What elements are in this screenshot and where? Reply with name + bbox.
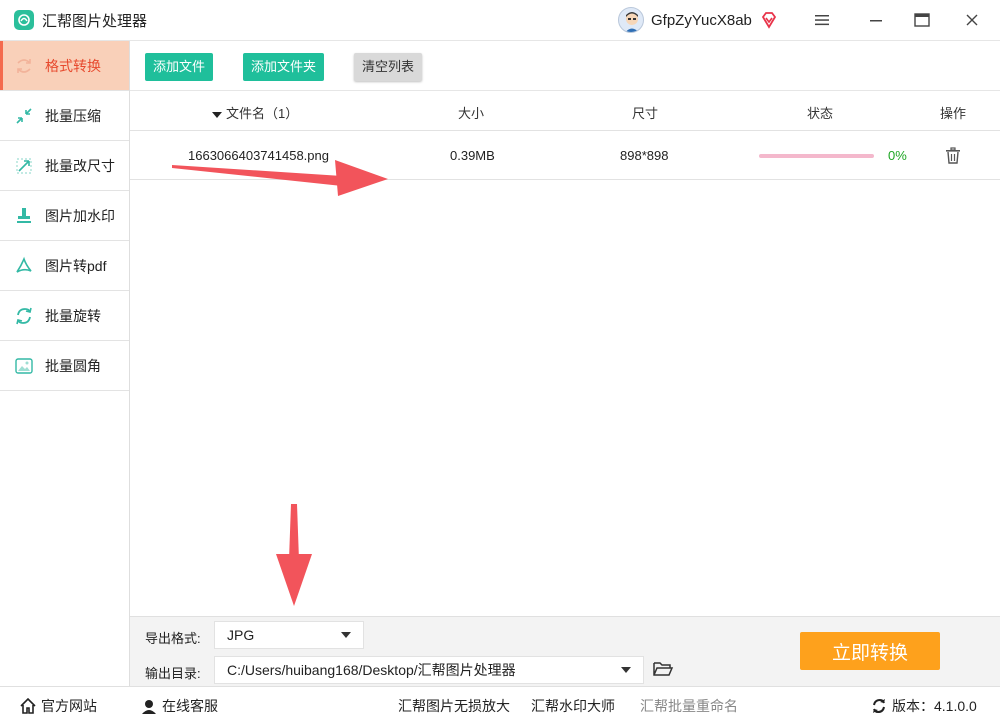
- column-header-actions: 操作: [940, 106, 967, 121]
- file-table-header: 文件名（1） 大小 尺寸 状态 操作: [130, 91, 1000, 131]
- menu-icon[interactable]: [812, 10, 832, 30]
- clear-list-button[interactable]: 清空列表: [354, 53, 423, 81]
- sidebar-item-format-convert[interactable]: 格式转换: [0, 41, 129, 91]
- close-icon[interactable]: [962, 10, 982, 30]
- output-dir-select[interactable]: C:/Users/huibang168/Desktop/汇帮图片处理器: [214, 656, 644, 684]
- sidebar-item-label: 格式转换: [45, 57, 101, 74]
- resize-icon: [14, 156, 34, 176]
- title-bar: 汇帮图片处理器 GfpZyYucX8ab: [0, 0, 1000, 41]
- chevron-down-icon: [341, 632, 351, 638]
- sort-down-icon: [212, 111, 222, 118]
- output-dir-value: C:/Users/huibang168/Desktop/汇帮图片处理器: [227, 662, 516, 678]
- column-header-status: 状态: [807, 106, 834, 121]
- watermark-icon: [14, 206, 34, 226]
- format-select[interactable]: JPG: [214, 621, 364, 649]
- add-file-button[interactable]: 添加文件: [145, 53, 214, 81]
- version-info[interactable]: 版本： 4.1.0.0: [871, 696, 977, 716]
- swap-icon: [14, 56, 34, 76]
- sidebar-item-batch-compress[interactable]: 批量压缩: [0, 91, 129, 141]
- trash-icon[interactable]: [945, 147, 961, 165]
- refresh-icon: [873, 698, 885, 714]
- bottom-panel: 导出格式: JPG 输出目录: C:/Users/huibang168/Desk…: [130, 616, 1000, 686]
- file-name: 1663066403741458.png: [188, 148, 329, 163]
- sidebar-item-label: 图片加水印: [45, 207, 115, 224]
- file-dimensions: 898*898: [620, 148, 669, 163]
- sidebar-item-label: 批量改尺寸: [45, 157, 115, 174]
- link-watermark-master[interactable]: 汇帮水印大师: [531, 696, 615, 716]
- column-header-name[interactable]: 文件名（1）: [212, 103, 298, 122]
- username[interactable]: GfpZyYucX8ab: [651, 12, 752, 29]
- home-icon: [20, 698, 36, 714]
- link-lossless-upscale[interactable]: 汇帮图片无损放大: [398, 696, 510, 716]
- app-title: 汇帮图片处理器: [42, 12, 148, 30]
- sidebar-item-label: 批量旋转: [45, 307, 101, 324]
- compress-icon: [14, 106, 34, 126]
- toolbar: 添加文件 添加文件夹 清空列表: [130, 41, 1000, 91]
- avatar[interactable]: [618, 7, 644, 33]
- vip-diamond-icon[interactable]: [760, 11, 778, 29]
- sidebar-item-to-pdf[interactable]: 图片转pdf: [0, 241, 129, 291]
- official-website-link[interactable]: 官方网站: [20, 696, 97, 716]
- column-header-size: 大小: [458, 106, 485, 121]
- progress-percent: 0%: [888, 148, 907, 163]
- format-label: 导出格式:: [145, 631, 201, 646]
- app-logo-icon: [14, 10, 34, 30]
- format-value: JPG: [227, 627, 255, 643]
- pdf-icon: [14, 256, 34, 276]
- annotation-arrow-down: [276, 504, 312, 606]
- image-corner-icon: [14, 356, 34, 376]
- version-number: 4.1.0.0: [934, 698, 977, 714]
- sidebar: 格式转换 批量压缩 批量改尺寸 图片加水印 图片转pdf 批量旋转 批量圆角: [0, 41, 130, 686]
- folder-open-icon[interactable]: [652, 659, 674, 679]
- table-row[interactable]: 1663066403741458.png 0.39MB 898*898 0%: [130, 131, 1000, 180]
- output-dir-label: 输出目录:: [145, 666, 201, 681]
- online-support-link[interactable]: 在线客服: [141, 696, 218, 716]
- user-area[interactable]: GfpZyYucX8ab: [618, 7, 778, 33]
- progress-bar: [759, 154, 874, 158]
- sidebar-item-rounded-corner[interactable]: 批量圆角: [0, 341, 129, 391]
- file-size: 0.39MB: [450, 148, 495, 163]
- headset-user-icon: [142, 700, 156, 714]
- sidebar-item-label: 图片转pdf: [45, 257, 107, 274]
- maximize-icon[interactable]: [912, 10, 932, 30]
- sidebar-item-label: 批量压缩: [45, 107, 101, 124]
- rotate-icon: [14, 306, 34, 326]
- sidebar-item-batch-resize[interactable]: 批量改尺寸: [0, 141, 129, 191]
- minimize-icon[interactable]: [866, 10, 886, 30]
- chevron-down-icon: [621, 667, 631, 673]
- footer: 官方网站 在线客服 汇帮图片无损放大 汇帮水印大师 汇帮批量重命名 版本： 4.1…: [0, 686, 1000, 720]
- convert-now-button[interactable]: 立即转换: [800, 632, 940, 670]
- sidebar-item-label: 批量圆角: [45, 357, 101, 374]
- sidebar-item-batch-rotate[interactable]: 批量旋转: [0, 291, 129, 341]
- add-folder-button[interactable]: 添加文件夹: [243, 53, 325, 81]
- sidebar-item-watermark[interactable]: 图片加水印: [0, 191, 129, 241]
- column-header-dimensions: 尺寸: [632, 106, 659, 121]
- link-batch-rename[interactable]: 汇帮批量重命名: [640, 696, 738, 716]
